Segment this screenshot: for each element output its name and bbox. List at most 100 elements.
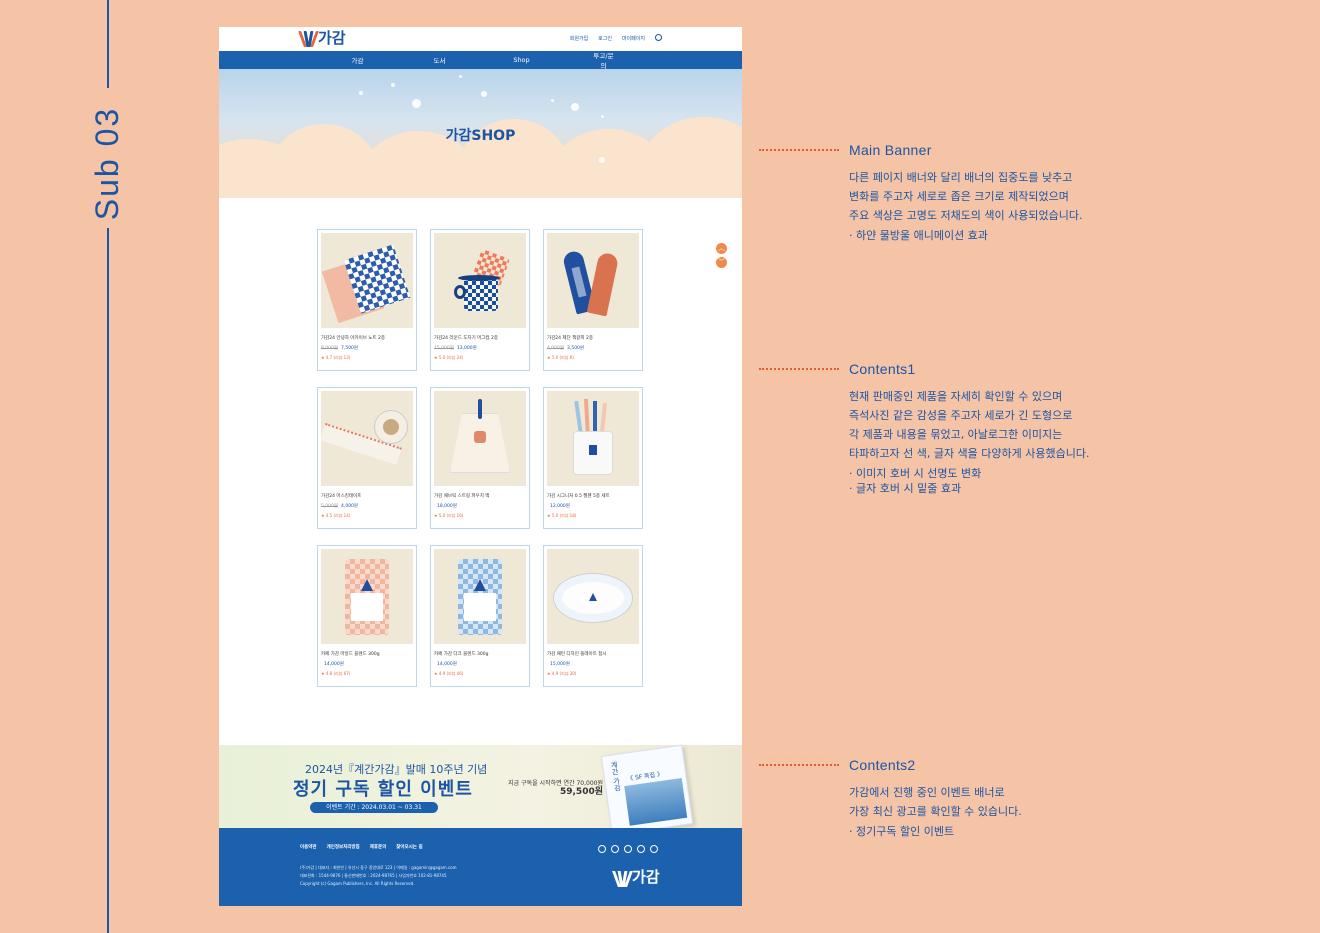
product-card[interactable]: 카페 가감 마일드 블렌드 300g 14,000원 ★ 4.8 (리뷰 67) [317, 545, 417, 687]
event-period: 이벤트 기간 : 2024.03.01 ~ 03.31 [310, 802, 438, 813]
scroll-down-icon[interactable]: ﹀ [716, 257, 727, 268]
magazine-title: 계간 가감 [609, 760, 622, 792]
nav-item-books[interactable]: 도서 [428, 55, 452, 65]
magazine-image [624, 778, 688, 826]
product-grid: 가감24 안녕하 아카이브 노트 2종 8,000원 7,500원 ★ 4.7 (… [317, 229, 643, 687]
footer-links: 이용약관 개인정보처리방침 제휴문의 찾아오시는 길 [300, 844, 423, 850]
annotation-bullet: · 하얀 물방울 애니메이션 효과 [849, 229, 988, 242]
product-name[interactable]: 가감 패브릭 스트링 파우치 백 [434, 493, 526, 499]
annotation-title: Contents1 [849, 361, 916, 377]
annotation-line: 즉석사진 같은 감성을 주고자 세로가 긴 도형으로 [849, 409, 1073, 422]
product-rating: ★ 5.0 (리뷰 8) [547, 355, 574, 360]
shop-page-mockup: 가감 회원가입 로그인 마이페이지 가감 도서 Shop 투고/문의 가감SHO… [219, 27, 742, 906]
annotation-connector [759, 368, 839, 370]
blog-icon[interactable] [598, 845, 606, 853]
instagram-icon[interactable] [611, 845, 619, 853]
product-image[interactable] [321, 391, 413, 486]
youtube-icon[interactable] [650, 845, 658, 853]
annotation-title: Main Banner [849, 142, 932, 158]
annotation-title: Contents2 [849, 757, 916, 773]
footer-info-line2: 대표전화 : 1544-9876 | 통신판매번호 : 2024-98765 |… [300, 873, 447, 878]
annotation-line: 다른 페이지 배너와 달리 배너의 집중도를 낮추고 [849, 171, 1073, 184]
product-old-price: 4,000원 [547, 346, 565, 351]
product-card[interactable]: 가감 시그니처 0.5 젤펜 5종 세트 12,000원 ★ 5.0 (리뷰 1… [543, 387, 643, 529]
annotation-body: 가감에서 진행 중인 이벤트 배너로 가장 최신 광고를 확인할 수 있습니다.… [849, 783, 1022, 839]
footer-link-partnership[interactable]: 제휴문의 [370, 844, 387, 850]
logo-mark-icon [298, 29, 319, 47]
product-price: 3,500원 [567, 346, 585, 351]
product-rating: ★ 4.9 (리뷰 30) [547, 671, 577, 676]
product-name[interactable]: 가감24 라운드 도자기 머그컵 2종 [434, 335, 526, 341]
product-card[interactable]: 가감24 마스킹테이프 5,000원 4,000원 ★ 4.5 (리뷰 14) [317, 387, 417, 529]
product-card[interactable]: 가감 패브릭 스트링 파우치 백 18,000원 ★ 5.0 (리뷰 16) [430, 387, 530, 529]
annotation-connector [759, 764, 839, 766]
product-image[interactable] [547, 233, 639, 328]
product-price: 15,000원 [550, 662, 570, 667]
footer-logo[interactable]: 가감 [612, 866, 660, 887]
product-name[interactable]: 카페 가감 다크 블렌드 300g [434, 651, 526, 657]
footer-copyright: Copyright (c) Gagam Publishers, Inc. All… [300, 881, 415, 886]
product-image[interactable] [434, 391, 526, 486]
product-name[interactable]: 가감24 제단 책갈피 2종 [547, 335, 639, 341]
product-card[interactable]: 카페 가감 다크 블렌드 300g 14,000원 ★ 4.9 (리뷰 46) [430, 545, 530, 687]
annotation-body: 다른 페이지 배너와 달리 배너의 집중도를 낮추고 변화를 주고자 세로로 좁… [849, 168, 1083, 243]
search-icon[interactable] [655, 34, 662, 41]
product-old-price: 5,000원 [321, 504, 339, 509]
logo-text: 가감 [318, 29, 346, 47]
product-name[interactable]: 카페 가감 마일드 블렌드 300g [321, 651, 413, 657]
product-name[interactable]: 가감 시그니처 0.5 젤펜 5종 세트 [547, 493, 639, 499]
product-image[interactable] [547, 391, 639, 486]
annotation-body: 현재 판매중인 제품을 자세히 확인할 수 있으며 즉석사진 같은 감성을 주고… [849, 387, 1090, 496]
nav-item-gagam[interactable]: 가감 [346, 55, 370, 65]
product-image[interactable] [547, 549, 639, 644]
twitter-icon[interactable] [637, 845, 645, 853]
footer-info-line1: (주)가감 | 대표자 : 최한빈 | 유선시 중구 중앙대로 123 | 이메… [300, 865, 457, 870]
product-name[interactable]: 가감24 안녕하 아카이브 노트 2종 [321, 335, 413, 341]
annotation-line: 현재 판매중인 제품을 자세히 확인할 수 있으며 [849, 390, 1063, 403]
product-rating: ★ 4.7 (리뷰 13) [321, 355, 351, 360]
product-image[interactable] [321, 549, 413, 644]
product-card[interactable]: 가감24 라운드 도자기 머그컵 2종 15,000원 13,000원 ★ 5.0… [430, 229, 530, 371]
banner-title: 가감SHOP [445, 128, 516, 144]
product-card[interactable]: 가감24 제단 책갈피 2종 4,000원 3,500원 ★ 5.0 (리뷰 8) [543, 229, 643, 371]
product-old-price: 15,000원 [434, 346, 454, 351]
main-nav: 가감 도서 Shop 투고/문의 [219, 50, 742, 70]
site-logo[interactable]: 가감 [298, 29, 346, 47]
product-name[interactable]: 가감24 마스킹테이프 [321, 493, 413, 499]
product-price: 4,000원 [341, 504, 359, 509]
product-name[interactable]: 가감 패턴 디자인 플레이트 접시 [547, 651, 639, 657]
product-card[interactable]: 가감24 안녕하 아카이브 노트 2종 8,000원 7,500원 ★ 4.7 (… [317, 229, 417, 371]
product-old-price: 8,000원 [321, 346, 339, 351]
product-image[interactable] [434, 233, 526, 328]
annotation-line: 가장 최신 광고를 확인할 수 있습니다. [849, 805, 1022, 818]
event-banner[interactable]: 2024년『계간가감』발매 10주년 기념 정기 구독 할인 이벤트 이벤트 기… [219, 744, 742, 836]
util-signup-link[interactable]: 회원가입 [570, 35, 588, 42]
utility-menu: 회원가입 로그인 마이페이지 [570, 34, 662, 42]
facebook-icon[interactable] [624, 845, 632, 853]
product-card[interactable]: 가감 패턴 디자인 플레이트 접시 15,000원 ★ 4.9 (리뷰 30) [543, 545, 643, 687]
footer-link-privacy[interactable]: 개인정보처리방침 [327, 844, 360, 850]
footer-info: (주)가감 | 대표자 : 최한빈 | 유선시 중구 중앙대로 123 | 이메… [300, 864, 500, 888]
product-image[interactable] [321, 233, 413, 328]
product-rating: ★ 5.0 (리뷰 18) [547, 513, 577, 518]
product-price: 14,000원 [437, 662, 457, 667]
product-price: 18,000원 [437, 504, 457, 509]
product-image[interactable] [434, 549, 526, 644]
annotation-bullet: · 글자 호버 시 밑줄 효과 [849, 482, 962, 495]
annotation-line: 가감에서 진행 중인 이벤트 배너로 [849, 786, 1005, 799]
util-mypage-link[interactable]: 마이페이지 [622, 35, 645, 42]
annotation-connector [759, 149, 839, 151]
magazine-cover: 계간 가감 《 SF 특집 》 [600, 744, 694, 836]
product-rating: ★ 4.8 (리뷰 67) [321, 671, 351, 676]
footer-link-terms[interactable]: 이용약관 [300, 844, 317, 850]
side-label-text: Sub 03 [89, 106, 126, 220]
product-rating: ★ 4.5 (리뷰 14) [321, 513, 351, 518]
product-price: 7,500원 [341, 346, 359, 351]
footer-link-directions[interactable]: 찾아오시는 길 [396, 844, 422, 850]
nav-item-contact[interactable]: 투고/문의 [592, 50, 616, 70]
annotation-bullet: · 이미지 호버 시 선명도 변화 [849, 467, 982, 480]
site-footer: 이용약관 개인정보처리방침 제휴문의 찾아오시는 길 (주)가감 | 대표자 :… [219, 828, 742, 906]
scroll-up-icon[interactable]: ︿ [716, 243, 727, 254]
nav-item-shop[interactable]: Shop [510, 56, 534, 64]
util-login-link[interactable]: 로그인 [598, 35, 612, 42]
